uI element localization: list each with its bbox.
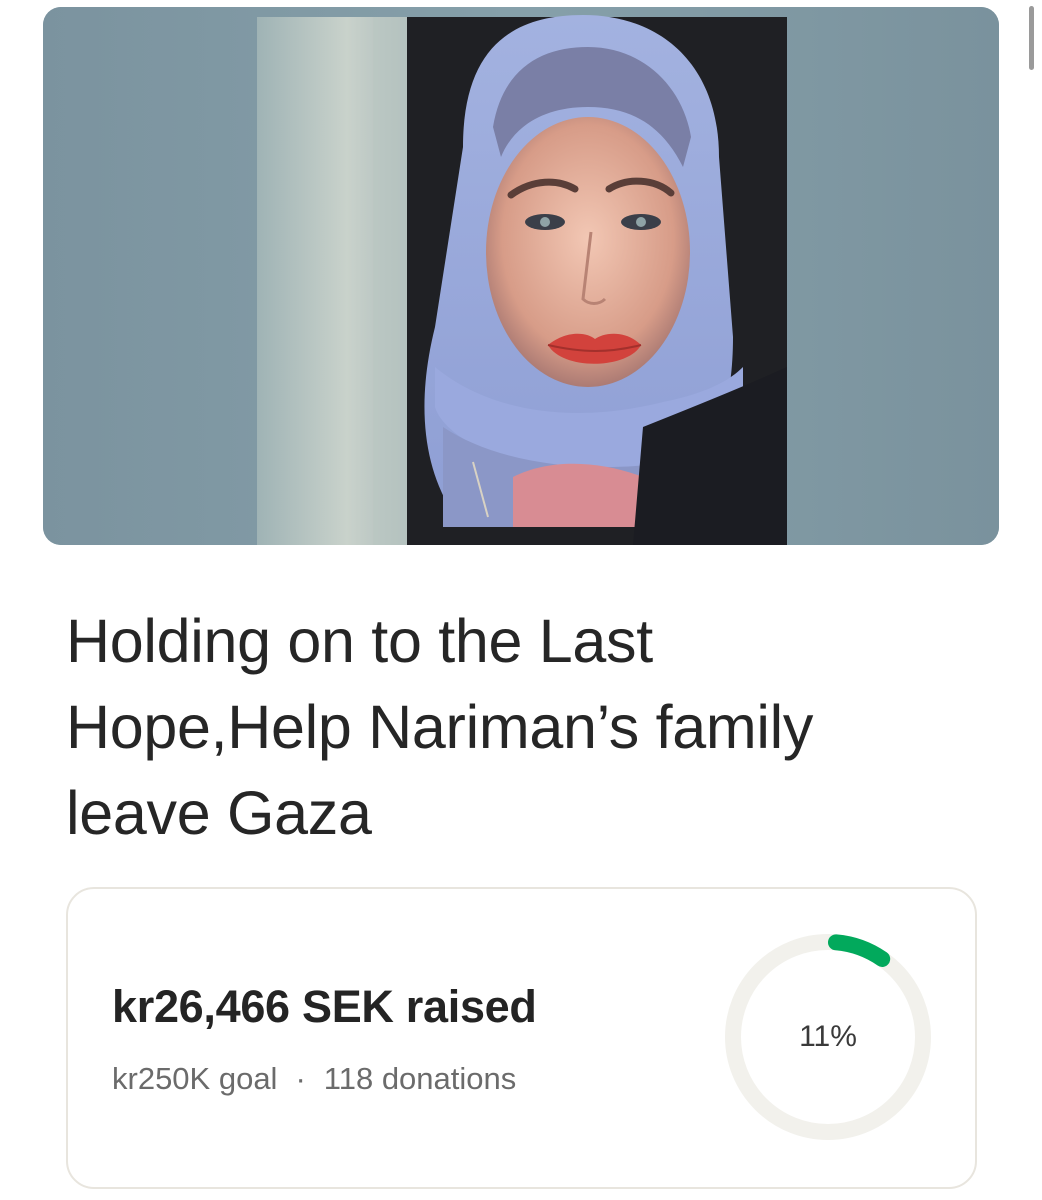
hero-image[interactable] — [43, 7, 999, 545]
goal-and-donations: kr250K goal · 118 donations — [112, 1061, 516, 1097]
separator-dot: · — [295, 1061, 306, 1096]
scrollbar[interactable] — [1029, 6, 1034, 70]
donation-stats-card: kr26,466 SEK raised kr250K goal · 118 dona… — [66, 887, 977, 1189]
progress-ring: 11% — [720, 929, 936, 1145]
portrait-photo — [43, 7, 999, 545]
fundraiser-page: Holding on to the Last Hope,Help Nariman… — [0, 0, 1042, 1200]
goal-amount: kr250K goal — [112, 1061, 278, 1096]
donation-count: 118 donations — [323, 1061, 517, 1096]
campaign-title: Holding on to the Last Hope,Help Nariman… — [66, 607, 814, 847]
progress-percent: 11% — [799, 1020, 857, 1053]
amount-raised: kr26,466 SEK raised — [112, 981, 537, 1032]
